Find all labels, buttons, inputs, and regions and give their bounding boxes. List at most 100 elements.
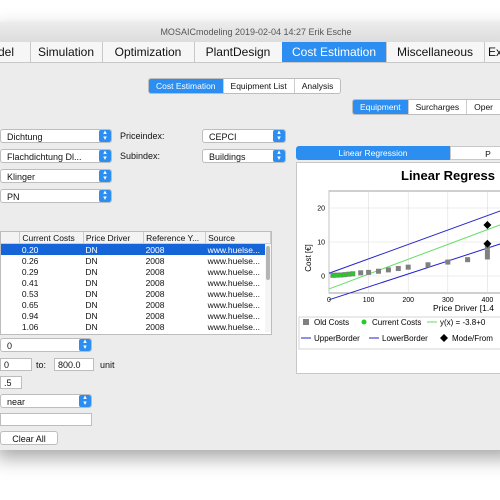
- table-cell: www.huelse...: [207, 288, 261, 299]
- main-menu: del Simulation Optimization PlantDesign …: [0, 42, 500, 63]
- x-tick-label: 300: [442, 297, 454, 304]
- chevron-updown-icon: ▴ ▾: [99, 170, 111, 182]
- old-cost-point: [405, 264, 411, 270]
- to-field[interactable]: 800.0: [54, 358, 94, 371]
- col-header-index[interactable]: [1, 232, 21, 244]
- y-tick-label: 10: [317, 240, 325, 247]
- table-row[interactable]: 1.06 DN 2008 www.huelse...: [1, 321, 271, 332]
- tab-equipment-list[interactable]: Equipment List: [224, 79, 295, 93]
- table-cell: 0.29: [21, 266, 39, 277]
- table-cell: 0.20: [19, 243, 84, 255]
- table-cell: [1, 266, 20, 277]
- menu-item-plantdesign[interactable]: PlantDesign: [194, 42, 283, 62]
- tab-surcharges[interactable]: Surcharges: [409, 100, 468, 114]
- tab-operating[interactable]: Oper: [467, 100, 500, 114]
- legend-label: y(x) = -3.8+0: [440, 318, 486, 327]
- chevron-updown-icon: ▴ ▾: [99, 190, 111, 202]
- chevron-updown-icon: ▴ ▾: [273, 130, 285, 142]
- menu-item-simulation[interactable]: Simulation: [30, 42, 103, 62]
- tab-analysis[interactable]: Analysis: [295, 79, 341, 93]
- tab-linear-regression[interactable]: Linear Regression: [296, 146, 450, 160]
- col-header-source[interactable]: Source: [205, 232, 271, 244]
- menu-item-model[interactable]: del: [0, 42, 31, 62]
- table-cell: [1, 321, 20, 332]
- tab-p[interactable]: P: [450, 146, 500, 160]
- table-row[interactable]: 0.29 DN 2008 www.huelse...: [1, 266, 271, 277]
- legend-label: LowerBorder: [382, 334, 428, 343]
- priceindex-value: CEPCI: [209, 132, 237, 142]
- table-cell: [1, 288, 20, 299]
- cost-data-table[interactable]: Current Costs Price Driver Reference Y..…: [0, 231, 272, 335]
- chart-title: Linear Regress: [401, 168, 495, 183]
- col-header-reference-year[interactable]: Reference Y...: [143, 232, 207, 244]
- table-cell: [1, 277, 20, 288]
- x-tick-label: 200: [402, 297, 414, 304]
- table-cell: DN: [85, 321, 98, 332]
- table-cell: 2008: [145, 266, 165, 277]
- manufacturer-select[interactable]: Klinger ▴ ▾: [0, 169, 112, 183]
- table-scrollbar[interactable]: [265, 244, 271, 332]
- y-tick-label: 20: [317, 206, 325, 213]
- table-cell: DN: [83, 243, 144, 255]
- current-cost-point: [334, 273, 339, 278]
- old-cost-point: [425, 262, 431, 268]
- from-field[interactable]: 0: [0, 358, 32, 371]
- range-select[interactable]: 0 ▴ ▾: [0, 338, 92, 352]
- clear-all-button[interactable]: Clear All: [0, 431, 58, 445]
- table-cell: 0.41: [21, 277, 39, 288]
- priceindex-select[interactable]: CEPCI ▴ ▾: [202, 129, 286, 143]
- tab-cost-estimation[interactable]: Cost Estimation: [149, 79, 224, 93]
- chart-ylabel: Cost [€]: [304, 244, 313, 272]
- step-field[interactable]: .5: [0, 376, 22, 389]
- menu-item-cost-estimation[interactable]: Cost Estimation: [282, 42, 387, 62]
- table-header-row: Current Costs Price Driver Reference Y..…: [1, 232, 271, 244]
- col-header-price-driver[interactable]: Price Driver: [83, 232, 145, 244]
- tab-equipment[interactable]: Equipment: [353, 100, 409, 114]
- menu-item-optimization[interactable]: Optimization: [102, 42, 195, 62]
- old-cost-point: [366, 269, 372, 275]
- type-select[interactable]: Flachdichtung Dl... ▴ ▾: [0, 149, 112, 163]
- table-cell: 0.53: [21, 288, 39, 299]
- table-cell: DN: [85, 266, 98, 277]
- x-tick-label: 0: [327, 297, 331, 304]
- chart-tab-group: Linear Regression P: [296, 146, 500, 160]
- extra-field[interactable]: [0, 413, 92, 426]
- old-cost-point: [376, 268, 381, 274]
- regression-type-select[interactable]: near ▴ ▾: [0, 394, 92, 408]
- table-row[interactable]: 0.26 DN 2008 www.huelse...: [1, 255, 271, 266]
- table-cell: 0.26: [21, 255, 39, 266]
- old-cost-point: [445, 259, 451, 265]
- menu-item-extra[interactable]: Ex: [484, 42, 500, 62]
- table-cell: DN: [85, 288, 98, 299]
- app-window: MOSAICmodeling 2019-02-04 14:27 Erik Esc…: [0, 22, 500, 450]
- table-row[interactable]: 0.53 DN 2008 www.huelse...: [1, 288, 271, 299]
- menu-item-miscellaneous[interactable]: Miscellaneous: [386, 42, 485, 62]
- legend-marker-square: [303, 319, 309, 325]
- table-scroll-thumb[interactable]: [266, 246, 270, 280]
- table-cell: www.huelse...: [205, 243, 271, 255]
- table-row[interactable]: 0.20 DN 2008 www.huelse...: [1, 243, 271, 255]
- table-cell: 2008: [145, 321, 165, 332]
- table-row[interactable]: 0.41 DN 2008 www.huelse...: [1, 277, 271, 288]
- col-header-current-costs[interactable]: Current Costs: [19, 232, 84, 244]
- top-tab-group: Cost Estimation Equipment List Analysis: [148, 78, 342, 94]
- current-cost-point: [342, 272, 347, 277]
- sub-tab-group: Equipment Surcharges Oper: [352, 99, 500, 115]
- table-cell: www.huelse...: [207, 310, 261, 321]
- current-cost-point: [330, 273, 335, 278]
- table-cell: [1, 255, 20, 266]
- table-row[interactable]: 0.65 DN 2008 www.huelse...: [1, 299, 271, 310]
- component-select-value: Dichtung: [7, 132, 43, 142]
- subindex-select[interactable]: Buildings ▴ ▾: [202, 149, 286, 163]
- regression-chart: Linear Regress Cost [€] Price Driver [1.…: [298, 168, 500, 350]
- current-cost-point: [338, 273, 343, 278]
- param-select[interactable]: PN ▴ ▾: [0, 189, 112, 203]
- table-cell: DN: [85, 310, 98, 321]
- param-select-value: PN: [7, 192, 20, 202]
- chart-xlabel: Price Driver [1.4: [433, 303, 494, 313]
- component-select[interactable]: Dichtung ▴ ▾: [0, 129, 112, 143]
- regression-type-value: near: [7, 397, 26, 407]
- x-tick-label: 100: [363, 297, 375, 304]
- old-cost-point: [484, 254, 490, 260]
- table-row[interactable]: 0.94 DN 2008 www.huelse...: [1, 310, 271, 321]
